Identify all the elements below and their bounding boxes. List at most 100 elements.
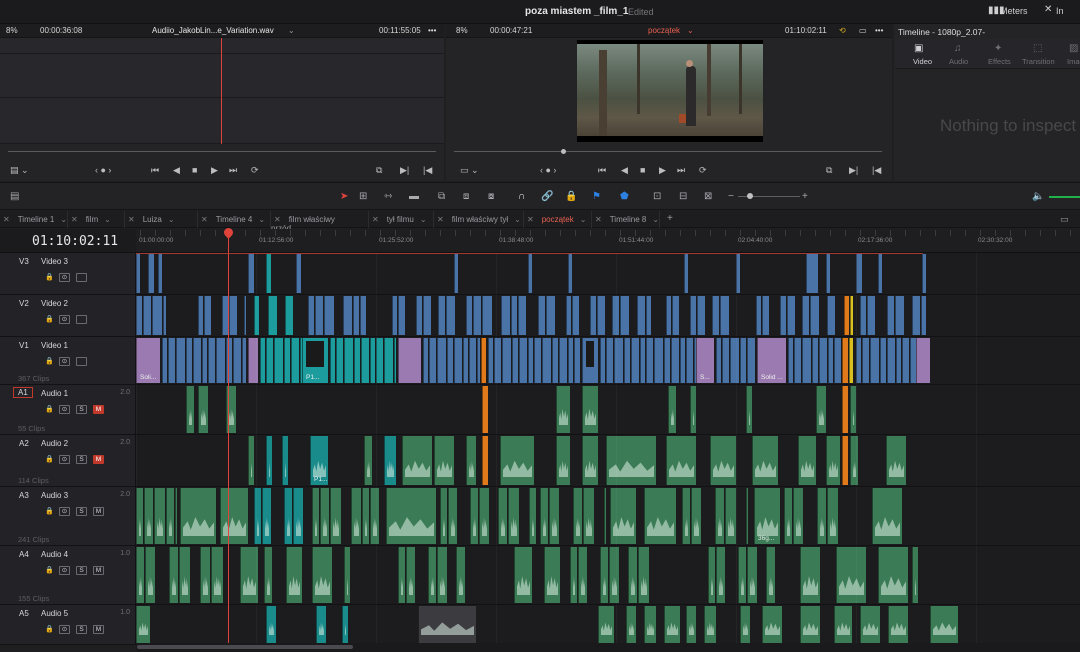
video-clip[interactable] [780, 296, 786, 335]
audio-clip[interactable] [175, 488, 177, 544]
audio-clip[interactable] [793, 488, 803, 544]
timeline-tab[interactable]: ✕ film ⌄ [68, 211, 125, 228]
video-clip[interactable] [849, 338, 853, 383]
replace-clip-icon[interactable]: ⧇ [488, 191, 494, 202]
viewer-scrubber[interactable] [454, 151, 882, 152]
video-clip[interactable] [878, 254, 882, 293]
video-clip[interactable] [568, 338, 573, 383]
timeline-tab[interactable]: ✕ Luiza ⌄ [125, 211, 198, 228]
video-clip[interactable] [260, 338, 265, 383]
audio-clip[interactable] [746, 488, 748, 544]
audio-clip[interactable] [434, 436, 454, 485]
stop-icon[interactable]: ■ [192, 165, 197, 175]
audio-clip[interactable] [817, 488, 826, 544]
play-icon[interactable]: ▶ [211, 165, 218, 176]
audio-clip[interactable] [406, 547, 415, 603]
audio-clip[interactable] [816, 386, 826, 433]
audio-clip[interactable] [762, 606, 782, 643]
track-name[interactable]: Audio 4 [41, 550, 68, 559]
audio-clip[interactable] [708, 547, 715, 603]
audio-clip[interactable] [710, 436, 736, 485]
zoom-out-icon[interactable]: − [728, 191, 734, 202]
video-clip[interactable] [528, 254, 532, 293]
video-clip[interactable] [664, 338, 670, 383]
audio-clip[interactable] [609, 547, 619, 603]
timeline-timecode[interactable]: 01:10:02:11 [32, 234, 118, 249]
video-clip[interactable] [640, 338, 645, 383]
close-icon[interactable]: ✕ [437, 215, 444, 224]
chevron-down-icon[interactable]: ⌄ [258, 215, 265, 224]
video-clip[interactable] [788, 338, 793, 383]
audio-clip[interactable] [370, 488, 379, 544]
video-clip[interactable] [343, 296, 352, 335]
video-clip[interactable] [794, 338, 801, 383]
linked-selection-icon[interactable]: 🔗 [541, 191, 553, 202]
video-clip[interactable] [454, 254, 458, 293]
timeline-tab[interactable]: ✕ Timeline 4 ⌄ [198, 211, 271, 228]
audio-clip[interactable] [529, 488, 536, 544]
audio-clip[interactable] [456, 547, 465, 603]
video-clip[interactable] [646, 296, 651, 335]
video-clip[interactable] [722, 338, 729, 383]
video-clip[interactable] [447, 338, 453, 383]
audio-clip[interactable] [264, 547, 272, 603]
video-clip[interactable] [896, 338, 901, 383]
timeline-tab[interactable]: ✕ początek ⌄ [524, 211, 592, 228]
timeline-tab[interactable]: ✕ Timeline 1 ⌄ [0, 211, 68, 228]
snapping-icon[interactable]: ∩ [518, 191, 525, 202]
chevron-down-icon[interactable]: ⌄ [514, 215, 521, 224]
video-clip[interactable] [168, 338, 175, 383]
audio-clip[interactable] [704, 606, 716, 643]
audio-clip[interactable] [573, 488, 582, 544]
video-clip[interactable] [384, 338, 393, 383]
video-frame-image[interactable] [577, 44, 763, 136]
trim-tool-icon[interactable]: ⊞ [359, 191, 367, 202]
audio-clip[interactable] [364, 436, 372, 485]
viewer-options-menu[interactable]: ••• [875, 26, 883, 35]
next-edit-icon[interactable]: ▶| [849, 165, 858, 176]
video-clip[interactable] [844, 296, 849, 335]
track-lock-icon[interactable]: 🔒 [45, 315, 54, 323]
track-lane-a2[interactable]: P1... [136, 435, 1080, 487]
video-clip[interactable] [398, 296, 405, 335]
track-lock-icon[interactable]: 🔒 [45, 357, 54, 365]
audio-clip[interactable] [598, 606, 614, 643]
video-clip[interactable] [518, 296, 526, 335]
timeline-scrollbar-thumb[interactable] [137, 645, 353, 649]
video-clip[interactable] [502, 338, 511, 383]
track-lane-a1[interactable] [136, 385, 1080, 435]
track-auto-select-icon[interactable]: ⊙ [59, 357, 70, 366]
video-clip[interactable] [361, 338, 369, 383]
audio-clip[interactable] [498, 488, 507, 544]
video-clip[interactable]: S... [696, 338, 714, 383]
overwrite-clip-icon[interactable]: ⧈ [463, 191, 469, 202]
track-header-a4[interactable]: A4 Audio 4 1.0 🔒 ⊙ S M 155 Clips [0, 546, 136, 605]
video-clip[interactable] [902, 338, 909, 383]
audio-clip[interactable]: 36g... [754, 488, 780, 544]
prev-edit-icon[interactable]: |◀ [872, 165, 881, 176]
audio-clip[interactable] [362, 488, 369, 544]
track-auto-select-icon[interactable]: ⊙ [59, 507, 70, 516]
audio-clip[interactable] [320, 488, 329, 544]
audio-clip[interactable] [136, 547, 144, 603]
audio-clip[interactable] [402, 436, 432, 485]
viewer-layout-icon[interactable]: ▭ [859, 26, 867, 35]
track-name[interactable]: Audio 5 [41, 609, 68, 618]
chevron-down-icon[interactable]: ⌄ [168, 215, 175, 224]
loop-icon[interactable]: ⟳ [699, 165, 707, 176]
video-clip[interactable] [834, 338, 841, 383]
audio-clip[interactable] [626, 606, 636, 643]
video-clip[interactable] [469, 338, 476, 383]
marker-icon[interactable]: ⬟ [620, 191, 629, 202]
video-clip[interactable] [437, 338, 446, 383]
audio-clip[interactable] [827, 488, 838, 544]
video-clip[interactable] [429, 338, 436, 383]
audio-clip[interactable] [136, 488, 143, 544]
audio-clip[interactable] [220, 488, 248, 544]
audio-clip[interactable] [186, 386, 194, 433]
chevron-down-icon[interactable]: ⌄ [580, 215, 587, 224]
skip-to-start-icon[interactable]: ⏮ [598, 165, 606, 176]
video-clip[interactable] [248, 254, 254, 293]
video-clip[interactable] [512, 338, 518, 383]
audio-clip[interactable] [556, 436, 570, 485]
